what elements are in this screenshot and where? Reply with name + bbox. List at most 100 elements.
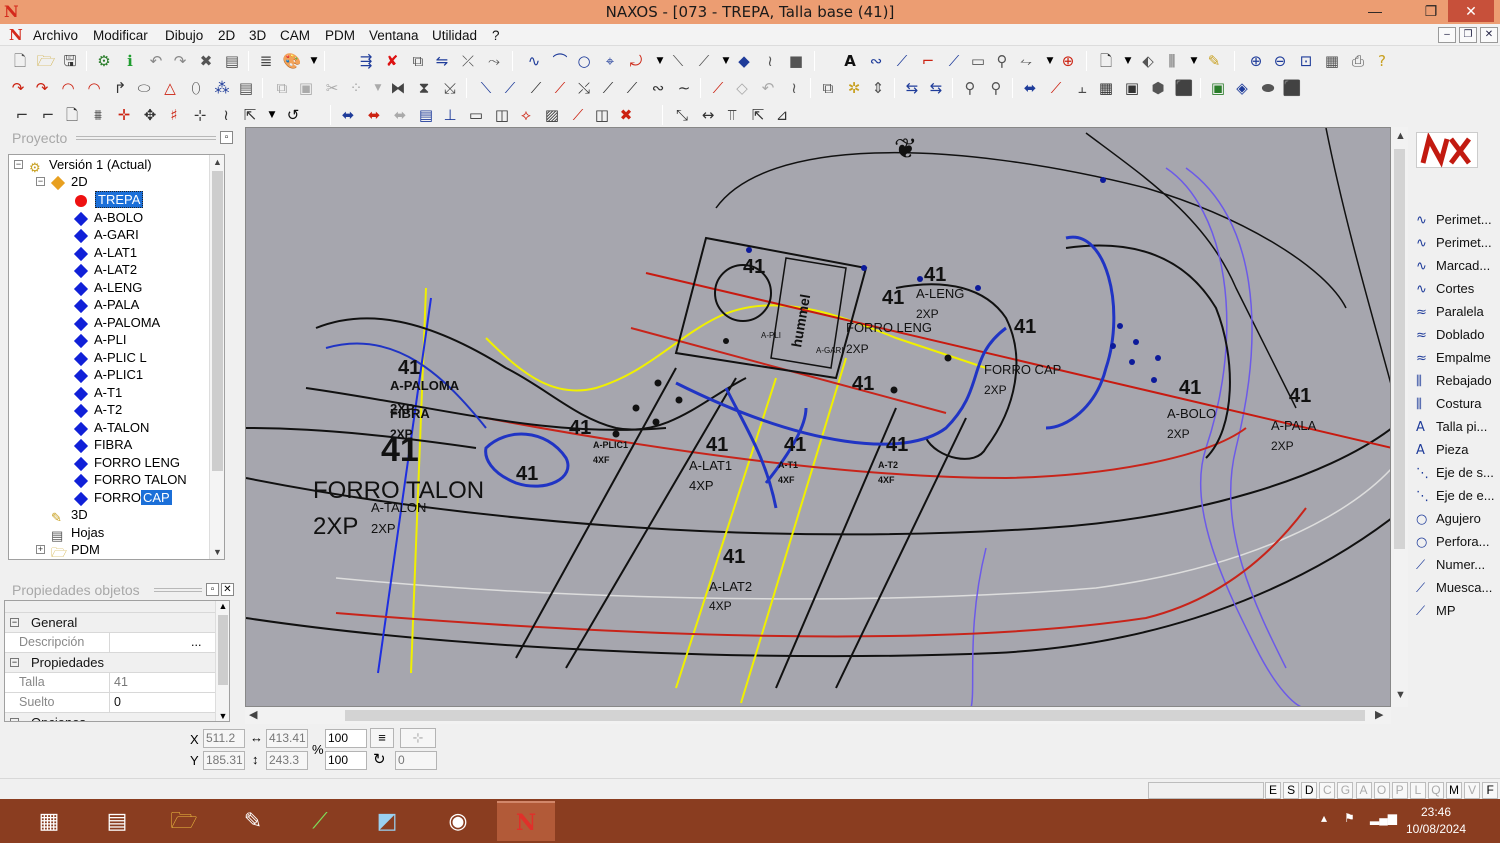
tool-item[interactable]: ∿ Perimet... — [1416, 209, 1500, 231]
snap-toggle-a[interactable]: A — [1355, 782, 1372, 799]
prop-category-propiedades[interactable]: − Propiedades — [5, 653, 215, 673]
tree-item[interactable]: A-GARI — [73, 226, 139, 243]
tool-item[interactable]: ∿ Cortes — [1416, 278, 1500, 300]
zoom-out-icon[interactable]: ⊖ — [1270, 51, 1290, 71]
tool-item[interactable]: ⟋ Numer... — [1416, 554, 1500, 576]
tool-icon[interactable]: ▣ — [1208, 78, 1228, 98]
freehand-icon[interactable]: ∾ — [866, 51, 886, 71]
arc-tool-icon[interactable]: ↷ — [8, 78, 28, 98]
tool-icon[interactable]: ▤ — [416, 105, 436, 125]
copy-tool-icon[interactable]: ⧉ — [272, 78, 292, 98]
spline-icon[interactable]: ∿ — [524, 51, 544, 71]
new-file-icon[interactable]: 🗋 — [10, 51, 30, 71]
canvas-horizontal-scrollbar[interactable]: ◀ ▶ — [245, 707, 1391, 724]
tree-item[interactable]: A-LAT2 — [73, 261, 137, 278]
menu-dibujo[interactable]: Dibujo — [165, 28, 203, 43]
menu-ventana[interactable]: Ventana — [369, 28, 419, 43]
tool-icon[interactable]: ↶ — [758, 78, 778, 98]
expand-toggle[interactable]: − — [36, 177, 45, 186]
pattern-drawing[interactable]: ❦ 41 A-PALOMA 2XP FIBRA 2XP 41 FORRO TAL… — [246, 128, 1391, 707]
scroll-right-icon[interactable]: ▶ — [1375, 708, 1383, 721]
tool-icon[interactable]: ⫠ — [1072, 78, 1092, 98]
line-tool-icon[interactable]: ⟋ — [526, 78, 546, 98]
snap-toggle-m[interactable]: M — [1446, 782, 1462, 799]
tool-item[interactable]: ∿ Perimet... — [1416, 232, 1500, 254]
line-tool-icon[interactable]: ⟍ — [476, 78, 496, 98]
tool-icon[interactable]: ⇕ — [868, 78, 888, 98]
tool-item[interactable]: ⫼ Costura — [1416, 393, 1500, 415]
collapse-icon[interactable]: − — [10, 618, 19, 627]
tool-icon[interactable]: ◫ — [492, 105, 512, 125]
canvas-vertical-scrollbar[interactable]: ▲ ▼ — [1391, 127, 1408, 707]
line-tool-icon[interactable]: ⤯ — [574, 78, 594, 98]
scroll-thumb[interactable] — [1394, 149, 1405, 549]
rectangle-icon[interactable]: ▭ — [968, 51, 988, 71]
chevron-down-icon[interactable]: ▼ — [1184, 51, 1204, 71]
tool-icon[interactable]: ⟋ — [1046, 78, 1066, 98]
scroll-down-icon[interactable]: ▼ — [216, 711, 229, 721]
curve-icon[interactable]: ⌒ — [550, 51, 570, 71]
settings-icon[interactable]: ⚙ — [94, 51, 114, 71]
props-scrollbar[interactable]: ▲ ▼ — [215, 601, 229, 721]
zoom-fit-icon[interactable]: ⊡ — [1296, 51, 1316, 71]
prop-category-opciones[interactable]: − Opciones — [5, 713, 215, 721]
x-coordinate-field[interactable]: 511.2 — [203, 729, 245, 748]
scroll-left-icon[interactable]: ◀ — [249, 708, 257, 721]
line-icon[interactable]: ⟍ — [668, 51, 688, 71]
tool-icon[interactable]: ⊥ — [440, 105, 460, 125]
drawing-canvas[interactable]: ❦ 41 A-PALOMA 2XP FIBRA 2XP 41 FORRO TAL… — [245, 127, 1391, 707]
menu-archivo[interactable]: Archivo — [33, 28, 78, 43]
taskbar-explorer-icon[interactable]: ▤ — [88, 801, 146, 841]
expand-toggle[interactable]: − — [14, 160, 23, 169]
chevron-down-icon[interactable]: ▼ — [716, 51, 736, 71]
tool-icon[interactable]: ▣ — [1122, 78, 1142, 98]
close-button[interactable]: ✕ — [1448, 0, 1494, 22]
tool-icon[interactable]: ⬛ — [1174, 78, 1194, 98]
cut-scissor-icon[interactable]: ✂ — [322, 78, 342, 98]
prop-value[interactable]: 0 — [109, 693, 121, 712]
scroll-thumb[interactable] — [218, 615, 228, 685]
wave-tool-icon[interactable]: ∾ — [648, 78, 668, 98]
tree-item[interactable]: A-LAT1 — [73, 244, 137, 261]
save-icon[interactable]: 🖫 — [60, 51, 80, 71]
expand-toggle[interactable]: + — [36, 545, 45, 554]
snap-toggle-e[interactable]: E — [1265, 782, 1281, 799]
chevron-down-icon[interactable]: ▼ — [304, 51, 324, 71]
extend-icon[interactable]: ⤳ — [484, 51, 504, 71]
tool-icon[interactable]: ▨ — [542, 105, 562, 125]
snap-toggle-g[interactable]: G — [1337, 782, 1354, 799]
undo-icon[interactable]: ↶ — [146, 51, 166, 71]
flip-h-icon[interactable]: ⧓ — [388, 78, 408, 98]
menu-help[interactable]: ? — [492, 28, 500, 43]
rotation-field[interactable]: 0 — [395, 751, 437, 770]
cross-icon[interactable]: ✛ — [114, 105, 134, 125]
snap-toggle-v[interactable]: V — [1464, 782, 1481, 799]
delete-icon[interactable]: ✖ — [196, 51, 216, 71]
mirror-icon[interactable]: ⇋ — [432, 51, 452, 71]
redo-icon[interactable]: ↷ — [170, 51, 190, 71]
tool-icon[interactable]: ⬌ — [390, 105, 410, 125]
target-icon[interactable]: ⊕ — [1058, 51, 1078, 71]
panel-pin-icon[interactable]: ▫ — [206, 583, 219, 596]
chevron-down-icon[interactable]: ▼ — [262, 105, 282, 125]
prop-value[interactable] — [109, 633, 191, 652]
ellipse-icon[interactable]: ⬭ — [134, 78, 154, 98]
tree-folder-3d[interactable]: ✎ 3D — [51, 506, 88, 525]
tool-item[interactable]: ○ Perfora... — [1416, 531, 1500, 553]
tangent-icon[interactable]: ⟋ — [944, 51, 964, 71]
tool-item[interactable]: ○ Agujero — [1416, 508, 1500, 530]
fill-icon[interactable]: ■ — [786, 51, 806, 71]
menu-modificar[interactable]: Modificar — [93, 28, 148, 43]
tag-icon[interactable]: ⬖ — [1138, 51, 1158, 71]
prop-row-descripcion[interactable]: Descripción... — [5, 633, 215, 653]
zoom-in-icon[interactable]: ⚲ — [960, 78, 980, 98]
scroll-thumb[interactable] — [345, 710, 1365, 721]
tool-icon[interactable]: ▭ — [466, 105, 486, 125]
tool-item[interactable]: ≈ Empalme — [1416, 347, 1500, 369]
scroll-up-icon[interactable]: ▲ — [1395, 130, 1406, 142]
tool-item[interactable]: ≈ Doblado — [1416, 324, 1500, 346]
scroll-down-icon[interactable]: ▼ — [1395, 689, 1406, 701]
snap-toggle-p[interactable]: P — [1391, 782, 1408, 799]
tack-icon[interactable]: ⚲ — [992, 51, 1012, 71]
tool-item[interactable]: A Pieza — [1416, 439, 1500, 461]
